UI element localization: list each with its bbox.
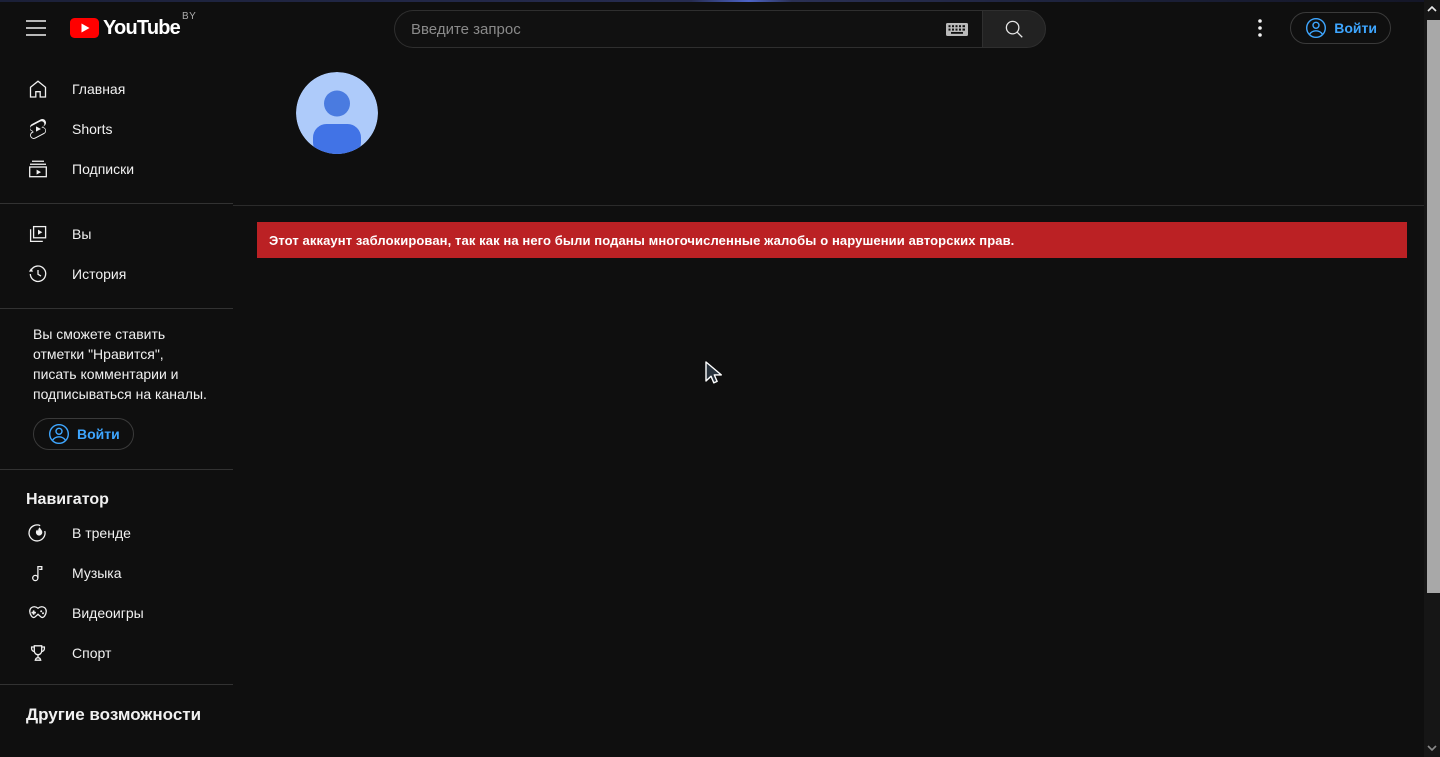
trending-icon <box>28 524 46 542</box>
youtube-play-icon <box>70 18 99 38</box>
sidebar-signin-button[interactable]: Войти <box>33 418 134 450</box>
hamburger-menu-button[interactable] <box>16 8 56 48</box>
scrollbar-thumb[interactable] <box>1427 20 1440 593</box>
country-code: BY <box>181 11 197 22</box>
sidebar-item-music[interactable]: Музыка <box>0 553 233 593</box>
scrollbar-down-arrow-icon[interactable] <box>1424 741 1440 755</box>
signin-label: Войти <box>1334 20 1377 36</box>
sidebar-item-shorts[interactable]: Shorts <box>0 109 233 149</box>
signin-promo-text: Вы сможете ставить отметки "Нравится", п… <box>33 326 207 402</box>
channel-avatar <box>296 72 378 154</box>
explore-section-title: Навигатор <box>26 491 109 508</box>
sidebar-item-history[interactable]: История <box>0 254 233 294</box>
sidebar-item-trending[interactable]: В тренде <box>0 513 233 553</box>
sidebar-divider <box>0 684 233 685</box>
signin-label: Войти <box>77 426 120 442</box>
kebab-icon <box>1258 19 1263 37</box>
mouse-cursor <box>703 360 725 388</box>
youtube-wordmark: YouTube <box>103 17 181 39</box>
sports-icon <box>30 645 46 661</box>
account-terminated-text: Этот аккаунт заблокирован, так как на не… <box>269 232 1015 248</box>
subscriptions-icon <box>29 160 47 178</box>
account-terminated-banner: Этот аккаунт заблокирован, так как на не… <box>257 222 1407 258</box>
sidebar-item-gaming[interactable]: Видеоигры <box>0 593 233 633</box>
gaming-icon <box>29 606 47 619</box>
more-options-button[interactable] <box>1248 8 1272 48</box>
sidebar-item-sports[interactable]: Спорт <box>0 633 233 673</box>
keyboard-icon[interactable] <box>940 22 974 36</box>
app-header: YouTube BY Введите запрос Войти <box>0 0 1424 56</box>
search-input[interactable] <box>411 20 940 38</box>
browser-progress-line <box>0 0 1440 2</box>
shorts-icon <box>29 119 47 139</box>
sidebar-divider <box>0 469 233 470</box>
person-circle-icon <box>48 423 70 445</box>
sidebar-item-you[interactable]: Вы <box>0 214 233 254</box>
home-icon <box>29 80 47 98</box>
signin-button[interactable]: Войти <box>1290 12 1391 44</box>
more-section-title: Другие возможности <box>26 705 202 724</box>
page-scrollbar[interactable] <box>1424 0 1440 757</box>
sidebar-divider <box>0 203 233 204</box>
search-icon <box>1005 20 1023 38</box>
sidebar-item-subscriptions[interactable]: Подписки <box>0 149 233 189</box>
content-divider <box>233 205 1424 206</box>
hamburger-icon <box>26 20 46 36</box>
history-icon <box>28 265 47 283</box>
you-icon <box>29 225 47 243</box>
sidebar: Главная Shorts Подписки Вы История Вы см… <box>0 56 233 757</box>
music-icon <box>32 565 43 582</box>
youtube-logo[interactable]: YouTube BY <box>70 11 196 39</box>
sidebar-item-home[interactable]: Главная <box>0 69 233 109</box>
search-bar <box>394 10 1046 48</box>
scrollbar-up-arrow-icon[interactable] <box>1424 2 1440 16</box>
person-circle-icon <box>1306 17 1327 39</box>
search-button[interactable] <box>982 10 1046 48</box>
